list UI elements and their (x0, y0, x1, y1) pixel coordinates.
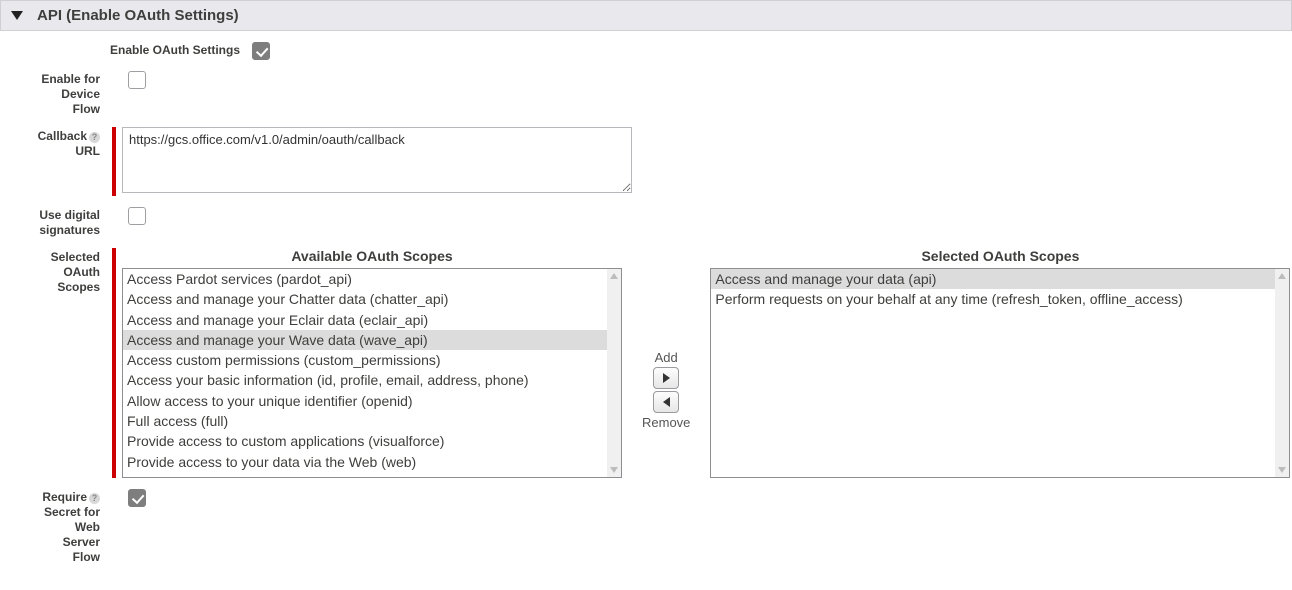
checkbox-require-secret[interactable] (128, 489, 146, 507)
label-digital-signatures: Use digital signatures (0, 206, 100, 238)
scrollbar[interactable] (607, 269, 621, 477)
available-scopes-heading: Available OAuth Scopes (122, 248, 622, 268)
label-callback-url: Callback? URL (0, 127, 100, 196)
list-item[interactable]: Provide access to custom applications (v… (123, 431, 621, 451)
selected-scopes-heading: Selected OAuth Scopes (710, 248, 1290, 268)
help-icon[interactable]: ? (89, 132, 100, 143)
list-item[interactable]: Full access (full) (123, 411, 621, 431)
list-item[interactable]: Access and manage your Chatter data (cha… (123, 289, 621, 309)
list-item[interactable]: Access and manage your data (api) (711, 269, 1289, 289)
label-require-secret: Require? Secret for Web Server Flow (0, 488, 100, 565)
section-header[interactable]: API (Enable OAuth Settings) (0, 0, 1292, 31)
chevron-right-icon (663, 373, 670, 383)
callback-url-input[interactable] (122, 127, 632, 193)
chevron-left-icon (663, 397, 670, 407)
checkbox-digital-signatures[interactable] (128, 207, 146, 225)
list-item[interactable]: Provide access to your data via the Web … (123, 452, 621, 472)
checkbox-enable-device-flow[interactable] (128, 71, 146, 89)
scrollbar[interactable] (1275, 269, 1289, 477)
list-item[interactable]: Access and manage your Wave data (wave_a… (123, 330, 621, 350)
section-title: API (Enable OAuth Settings) (37, 7, 239, 24)
label-selected-oauth-scopes: Selected OAuth Scopes (0, 248, 100, 478)
list-item[interactable]: Access your basic information (id, profi… (123, 370, 621, 390)
checkbox-enable-oauth[interactable] (252, 42, 270, 60)
list-item[interactable]: Access Pardot services (pardot_api) (123, 269, 621, 289)
list-item[interactable]: Access and manage your Eclair data (ecla… (123, 310, 621, 330)
label-enable-oauth: Enable OAuth Settings (0, 41, 240, 60)
remove-button[interactable] (653, 391, 679, 413)
add-label: Add (655, 350, 678, 365)
collapse-toggle-icon[interactable] (11, 11, 23, 20)
available-scopes-list[interactable]: Access Pardot services (pardot_api)Acces… (122, 268, 622, 478)
form-area: Enable OAuth Settings Enable for Device … (0, 31, 1292, 569)
list-item[interactable]: Allow access to your unique identifier (… (123, 391, 621, 411)
list-item[interactable]: Perform requests on your behalf at any t… (711, 289, 1289, 309)
remove-label: Remove (642, 415, 690, 430)
label-enable-device-flow: Enable for Device Flow (0, 70, 100, 117)
selected-scopes-list[interactable]: Access and manage your data (api)Perform… (710, 268, 1290, 478)
add-button[interactable] (653, 367, 679, 389)
help-icon[interactable]: ? (89, 493, 100, 504)
transfer-controls: Add Remove (642, 248, 690, 478)
list-item[interactable]: Access custom permissions (custom_permis… (123, 350, 621, 370)
